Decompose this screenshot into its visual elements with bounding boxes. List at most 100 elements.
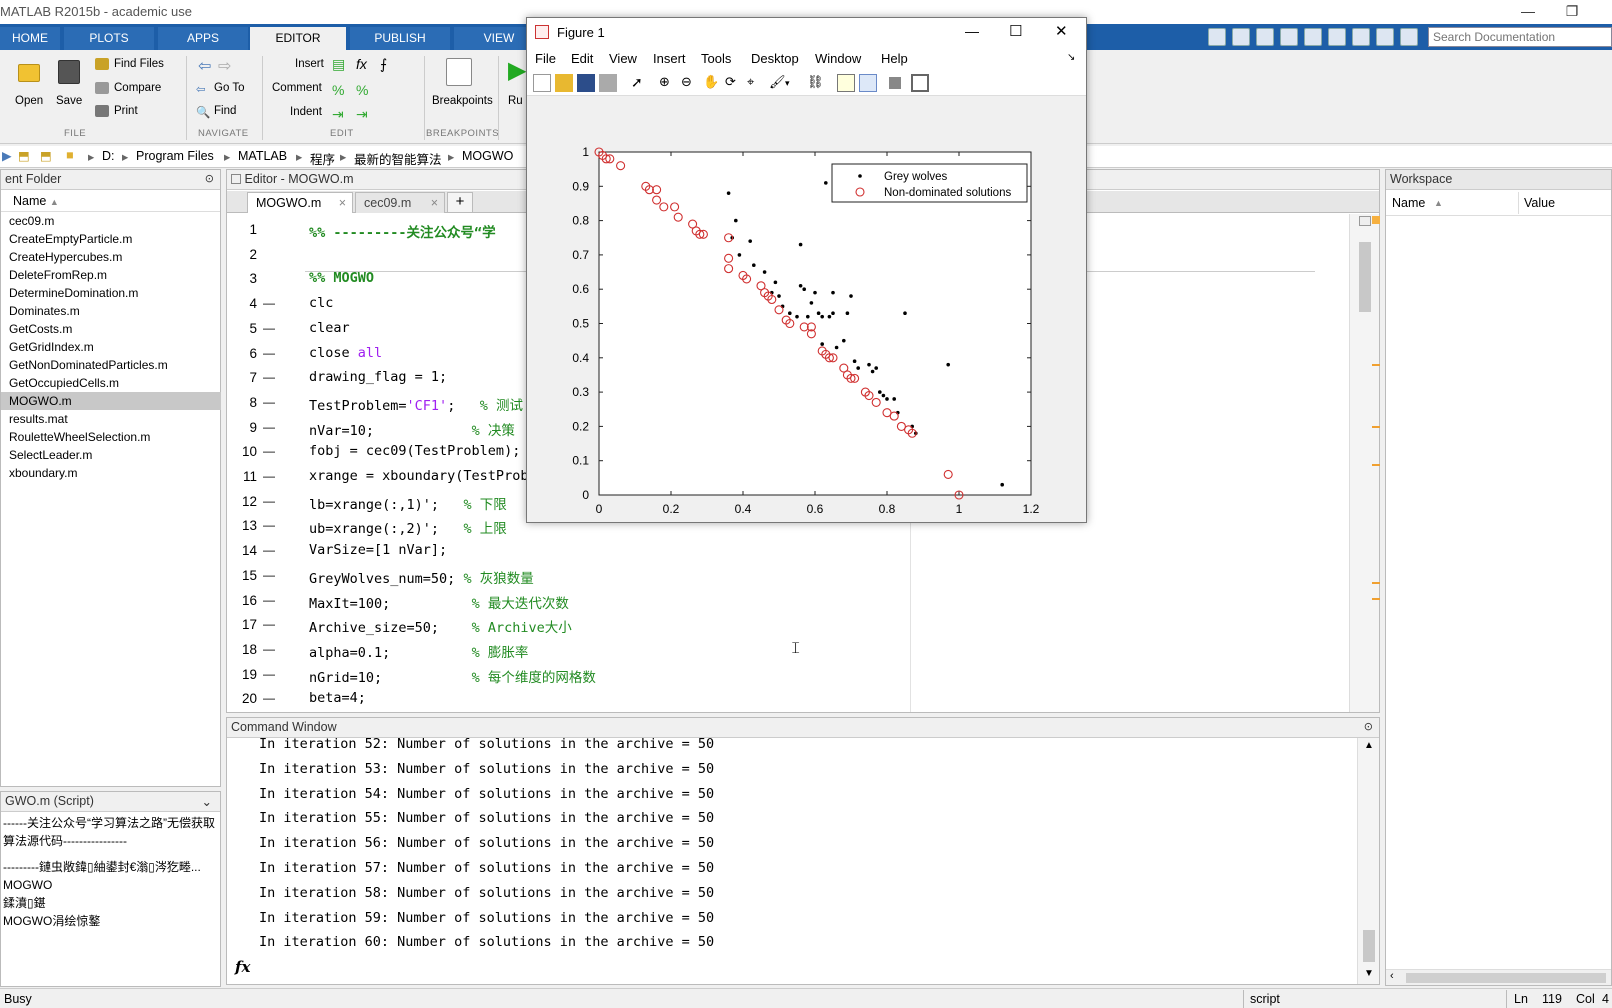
smart-indent-icon[interactable]: ⇥ [332,106,344,123]
breakpoint-gutter[interactable]: — [263,691,275,705]
code-line[interactable]: fobj = cec09(TestProblem); [309,443,520,459]
code-line[interactable]: xrange = xboundary(TestProb [309,468,528,484]
paste-icon[interactable] [1304,28,1322,46]
increase-indent-icon[interactable]: ⇥ [356,106,368,123]
menu-tools[interactable]: Tools [701,51,731,66]
collapse-chevron-icon[interactable]: ⌄ [202,794,212,809]
scroll-down-icon[interactable]: ▼ [1364,968,1374,979]
breakpoint-gutter[interactable]: — [263,296,275,310]
file-list-item[interactable]: xboundary.m [1,464,221,482]
file-list-item[interactable]: results.mat [1,410,221,428]
indent-button[interactable]: Indent [290,106,322,118]
pointer-icon[interactable]: ➚ [631,74,649,92]
breakpoint-gutter[interactable]: — [263,543,275,557]
rotate-icon[interactable]: ⟳ [725,74,743,92]
redo-icon[interactable] [1352,28,1370,46]
file-list-item[interactable]: Dominates.m [1,302,221,320]
code-line[interactable]: Archive_size=50; % Archive大小 [309,616,572,636]
tab-apps[interactable]: APPS [158,27,248,50]
warning-marker[interactable] [1372,426,1380,428]
forward-icon[interactable]: ▶ [2,148,12,163]
minimize-button[interactable]: — [1508,0,1548,24]
command-output[interactable]: In iteration 52: Number of solutions in … [227,738,1347,984]
figure-minimize-button[interactable]: — [965,23,979,39]
figure-close-button[interactable]: ✕ [1055,22,1068,40]
data-cursor-icon[interactable]: ⌖ [747,74,765,92]
open-button[interactable]: Open [15,95,43,107]
copy-icon[interactable] [1280,28,1298,46]
code-line[interactable]: nGrid=10; % 每个维度的网格数 [309,666,596,686]
scroll-up-icon[interactable] [1359,216,1371,226]
add-tab-button[interactable]: + [447,192,473,213]
zoom-out-icon[interactable]: ⊖ [681,74,699,92]
tab-home[interactable]: HOME [0,27,60,50]
find-files-button[interactable]: Find Files [114,58,164,70]
up-folder-icon[interactable]: ⬒ [18,148,30,163]
code-line[interactable]: VarSize=[1 nVar]; [309,542,447,558]
tab-mogwo-m[interactable]: MOGWO.m × [247,192,353,213]
close-tab-icon[interactable]: × [339,196,346,210]
insert-button[interactable]: Insert [295,58,324,70]
comment-icon[interactable]: % [332,82,344,98]
code-line[interactable]: nVar=10; % 决策 [309,419,515,439]
run-button[interactable]: Ru [508,95,523,107]
scroll-up-icon[interactable]: ▲ [1364,740,1374,751]
zoom-in-icon[interactable]: ⊕ [659,74,677,92]
save-quick-icon[interactable] [1232,28,1250,46]
breakpoint-gutter[interactable]: — [263,494,275,508]
tab-publish[interactable]: PUBLISH [350,27,450,50]
menu-desktop[interactable]: Desktop [751,51,799,66]
scroll-left-icon[interactable]: ‹ [1390,970,1394,982]
go-to-button[interactable]: Go To [214,82,244,94]
breakpoint-gutter[interactable]: — [263,667,275,681]
fx-prompt-icon[interactable]: fx [235,958,250,976]
path-segment[interactable]: MOGWO [462,149,513,163]
warning-marker[interactable] [1372,464,1380,466]
file-list-item[interactable]: DetermineDomination.m [1,284,221,302]
file-list-item[interactable]: DeleteFromRep.m [1,266,221,284]
scatter-plot[interactable]: 0 0.2 0.4 0.6 0.8 1 1.2 0 0.1 0.2 0.3 0.4 0.5 0.6 0.7 0… [527,98,1086,522]
compare-button[interactable]: Compare [114,82,161,94]
menu-window[interactable]: Window [815,51,861,66]
code-line[interactable]: alpha=0.1; % 膨胀率 [309,641,528,661]
comment-button[interactable]: Comment [272,82,322,94]
pan-icon[interactable]: ✋ [703,74,721,92]
code-line[interactable]: drawing_flag = 1; [309,369,447,385]
breakpoint-gutter[interactable]: — [263,444,275,458]
file-list-item[interactable]: GetGridIndex.m [1,338,221,356]
close-tab-icon[interactable]: × [431,196,438,210]
switch-windows-icon[interactable] [1376,28,1394,46]
file-list-item[interactable]: MOGWO.m [1,392,221,410]
file-list-item[interactable]: RouletteWheelSelection.m [1,428,221,446]
undo-icon[interactable] [1328,28,1346,46]
browse-folder-icon[interactable]: ⬒ [40,148,52,163]
figure-maximize-button[interactable]: ☐ [1009,22,1022,40]
code-line[interactable]: ub=xrange(:,2)'; % 上限 [309,517,507,537]
code-line[interactable]: %% ---------关注公众号“学 [309,221,496,241]
warning-marker[interactable] [1372,364,1380,366]
insert-section-icon[interactable]: ▤ [332,56,345,73]
code-line[interactable]: clc [309,295,333,311]
path-segment[interactable]: 程序 [310,149,335,168]
tab-editor[interactable]: EDITOR [250,27,346,50]
show-plot-tools-icon[interactable] [911,74,929,92]
breakpoint-gutter[interactable]: — [263,420,275,434]
legend-icon[interactable] [859,74,877,92]
colorbar-icon[interactable] [837,74,855,92]
folder-column-header[interactable]: Name ▲ [1,190,220,212]
breakpoint-gutter[interactable]: — [263,370,275,384]
file-list-item[interactable]: GetOccupiedCells.m [1,374,221,392]
save-figure-icon[interactable] [577,74,595,92]
shortcut-icon[interactable] [1208,28,1226,46]
code-line[interactable]: close all [309,345,382,361]
back-arrow-icon[interactable]: ⇦ [198,56,211,76]
tab-plots[interactable]: PLOTS [64,27,154,50]
workspace-horizontal-scrollbar[interactable]: ‹ [1386,969,1611,985]
hide-plot-tools-icon[interactable] [889,77,901,89]
path-segment[interactable]: Program Files [136,149,214,163]
print-figure-icon[interactable] [599,74,617,92]
breakpoint-gutter[interactable]: — [263,346,275,360]
path-segment[interactable]: D: [102,149,115,163]
code-line[interactable]: lb=xrange(:,1)'; % 下限 [309,493,507,513]
breakpoint-gutter[interactable]: — [263,617,275,631]
